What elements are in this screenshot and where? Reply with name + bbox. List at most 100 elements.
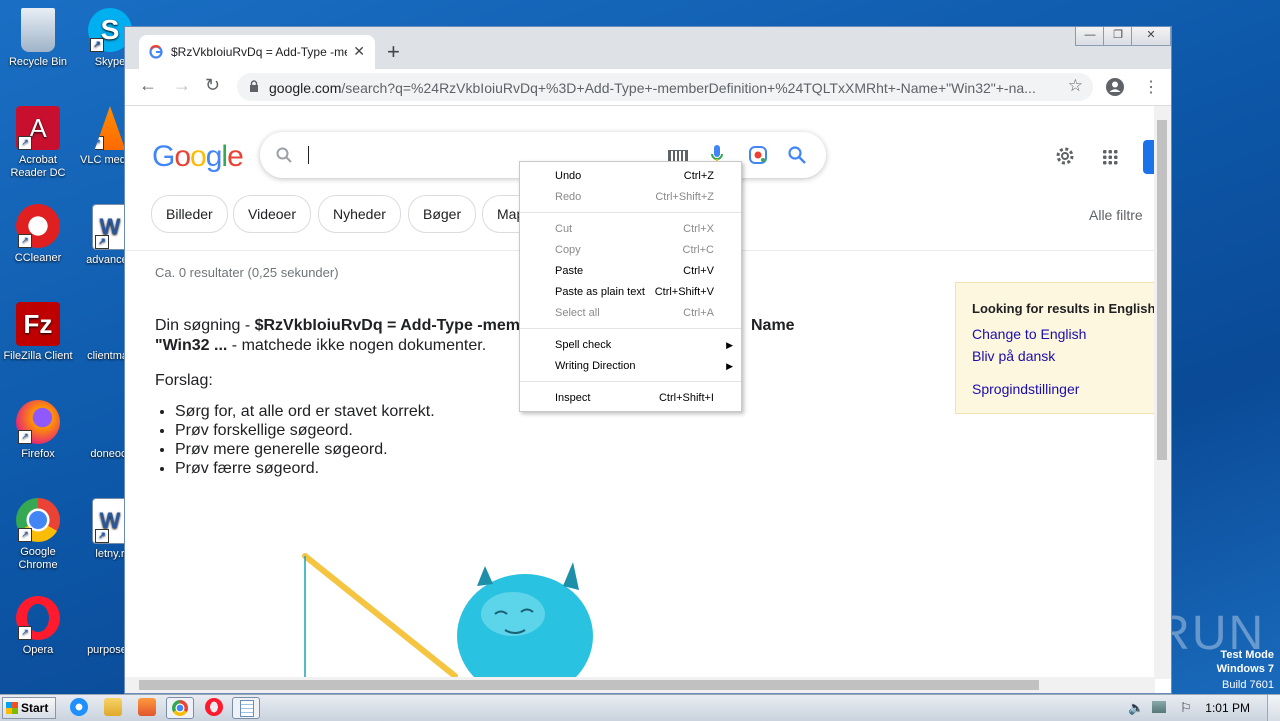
ie-taskbar-icon[interactable]	[70, 698, 88, 716]
taskbar: Start 🔈 ⚐ 1:01 PM	[0, 694, 1280, 721]
desktop-icon-opera[interactable]: ↗ Opera	[0, 596, 76, 657]
menu-item-label: Writing Direction	[555, 360, 636, 372]
desktop-icon-label: Opera	[22, 644, 54, 656]
menu-item-spell-check[interactable]: Spell check ▶	[520, 335, 741, 355]
shortcut-arrow-icon: ↗	[90, 38, 104, 52]
stay-danish-link[interactable]: Bliv på dansk	[972, 348, 1055, 364]
opera-icon: ↗	[16, 596, 60, 640]
test-mode-line1: Test Mode	[1220, 649, 1274, 661]
menu-item-label: Spell check	[555, 339, 612, 351]
menu-item-select-all[interactable]: Select all Ctrl+A	[520, 303, 741, 323]
menu-item-inspect[interactable]: Inspect Ctrl+Shift+I	[520, 388, 741, 408]
shortcut-arrow-icon: ↗	[18, 626, 32, 640]
chip-images[interactable]: Billeder	[151, 195, 228, 233]
shortcut-arrow-icon: ↗	[18, 430, 32, 444]
logo-letter: e	[227, 140, 244, 173]
logo-letter: o	[174, 140, 191, 173]
desktop-icon-filezilla[interactable]: Fz FileZilla Client	[0, 302, 76, 363]
desktop-icon-acrobat[interactable]: A ↗ Acrobat Reader DC	[0, 106, 76, 180]
new-tab-button[interactable]: +	[387, 39, 400, 65]
notepad-icon	[240, 700, 254, 717]
show-desktop-button[interactable]	[1267, 695, 1280, 721]
close-window-button[interactable]: ✕	[1131, 27, 1171, 46]
menu-item-shortcut: Ctrl+V	[683, 265, 714, 277]
change-to-english-link[interactable]: Change to English	[972, 326, 1086, 342]
reload-icon[interactable]: ↻	[205, 75, 220, 96]
recycle-bin-icon	[21, 8, 55, 52]
horizontal-scrollbar[interactable]	[125, 677, 1155, 693]
all-filters-button[interactable]: Alle filtre	[1089, 207, 1155, 223]
menu-item-paste[interactable]: Paste Ctrl+V	[520, 261, 741, 281]
menu-item-undo[interactable]: Undo Ctrl+Z	[520, 166, 741, 186]
taskbar-clock[interactable]: 1:01 PM	[1205, 701, 1250, 715]
chip-news[interactable]: Nyheder	[318, 195, 401, 233]
desktop-icon-label: FileZilla Client	[3, 350, 73, 362]
horizontal-scroll-thumb[interactable]	[139, 680, 1039, 690]
google-logo[interactable]: Google	[152, 140, 244, 174]
menu-item-paste-plain[interactable]: Paste as plain text Ctrl+Shift+V	[520, 282, 741, 302]
vertical-scrollbar[interactable]	[1154, 106, 1171, 679]
network-icon[interactable]	[1152, 701, 1166, 713]
context-menu: Undo Ctrl+Z Redo Ctrl+Shift+Z Cut Ctrl+X Co…	[519, 161, 742, 412]
url-host: google.com	[269, 80, 342, 96]
chrome-taskbar-icon[interactable]	[166, 697, 194, 719]
shortcut-arrow-icon: ↗	[18, 528, 32, 542]
word-document-icon: W ↗	[92, 204, 128, 250]
menu-item-label: Undo	[555, 170, 582, 182]
msg-prefix: Din søgning -	[155, 317, 255, 334]
start-button[interactable]: Start	[2, 697, 56, 719]
tab-close-icon[interactable]: ✕	[353, 43, 365, 60]
chip-books[interactable]: Bøger	[408, 195, 477, 233]
search-submit-icon[interactable]	[788, 146, 806, 164]
apps-grid-icon[interactable]	[1102, 149, 1118, 165]
chip-videos[interactable]: Videoer	[233, 195, 312, 233]
desktop-icon-recycle-bin[interactable]: Recycle Bin	[0, 8, 76, 69]
menu-item-writing-direction[interactable]: Writing Direction ▶	[520, 356, 741, 376]
language-box-heading: Looking for results in English	[972, 301, 1155, 316]
menu-item-label: Inspect	[555, 392, 591, 404]
back-arrow-icon[interactable]: ←	[139, 75, 157, 96]
language-settings-link[interactable]: Sprogindstillinger	[972, 381, 1079, 397]
tab-google-search[interactable]: $RzVkbIoiuRvDq = Add-Type -memberDefinit…	[139, 35, 375, 69]
media-player-taskbar-icon[interactable]	[138, 698, 156, 716]
list-item: Prøv færre søgeord.	[175, 459, 435, 478]
msg-query: $RzVkbIoiuRvDq = Add-Type -memb	[254, 317, 530, 334]
settings-gear-icon[interactable]	[1054, 145, 1076, 167]
opera-taskbar-icon[interactable]	[205, 698, 223, 716]
url-path: /search?q=%24RzVkbIoiuRvDq+%3D+Add-Type+…	[341, 80, 1036, 96]
menu-item-redo[interactable]: Redo Ctrl+Shift+Z	[520, 187, 741, 207]
suggestions-title: Forslag:	[155, 372, 213, 389]
tab-title: $RzVkbIoiuRvDq = Add-Type -memberDefinit…	[171, 45, 347, 59]
logo-letter: G	[152, 140, 175, 173]
minimize-button[interactable]: —	[1075, 27, 1105, 46]
notepad-taskbar-icon[interactable]	[232, 697, 260, 719]
search-icon	[276, 147, 292, 163]
vertical-scroll-thumb[interactable]	[1157, 120, 1167, 460]
menu-item-label: Copy	[555, 244, 581, 256]
explorer-taskbar-icon[interactable]	[104, 698, 122, 716]
menu-item-shortcut: Ctrl+Shift+V	[654, 286, 714, 298]
desktop-icon-label: Google Chrome	[18, 546, 58, 571]
msg-query-tail: Name	[751, 317, 795, 334]
action-center-flag-icon[interactable]: ⚐	[1180, 700, 1192, 716]
menu-item-shortcut: Ctrl+C	[682, 244, 714, 256]
address-bar[interactable]: google.com/search?q=%24RzVkbIoiuRvDq+%3D…	[237, 73, 1093, 101]
desktop-icon-ccleaner[interactable]: ↗ CCleaner	[0, 204, 76, 265]
menu-kebab-icon[interactable]: ⋮	[1143, 77, 1159, 97]
desktop-icon-firefox[interactable]: ↗ Firefox	[0, 400, 76, 461]
lens-camera-icon[interactable]	[748, 145, 768, 165]
desktop-icon-chrome[interactable]: ↗ Google Chrome	[0, 498, 76, 572]
menu-item-cut[interactable]: Cut Ctrl+X	[520, 219, 741, 239]
desktop-icon-label: Acrobat Reader DC	[10, 154, 66, 179]
lock-icon	[250, 80, 258, 92]
profile-icon[interactable]	[1105, 77, 1125, 97]
chrome-icon: ↗	[16, 498, 60, 542]
filezilla-icon: Fz	[16, 302, 60, 346]
menu-item-copy[interactable]: Copy Ctrl+C	[520, 240, 741, 260]
volume-icon[interactable]: 🔈	[1128, 700, 1144, 716]
forward-arrow-icon[interactable]: →	[173, 75, 191, 96]
suggestion-list: Sørg for, at alle ord er stavet korrekt.…	[155, 402, 435, 478]
maximize-button[interactable]: ❐	[1103, 27, 1133, 46]
bookmark-star-icon[interactable]: ☆	[1068, 76, 1083, 96]
firefox-icon: ↗	[16, 400, 60, 444]
